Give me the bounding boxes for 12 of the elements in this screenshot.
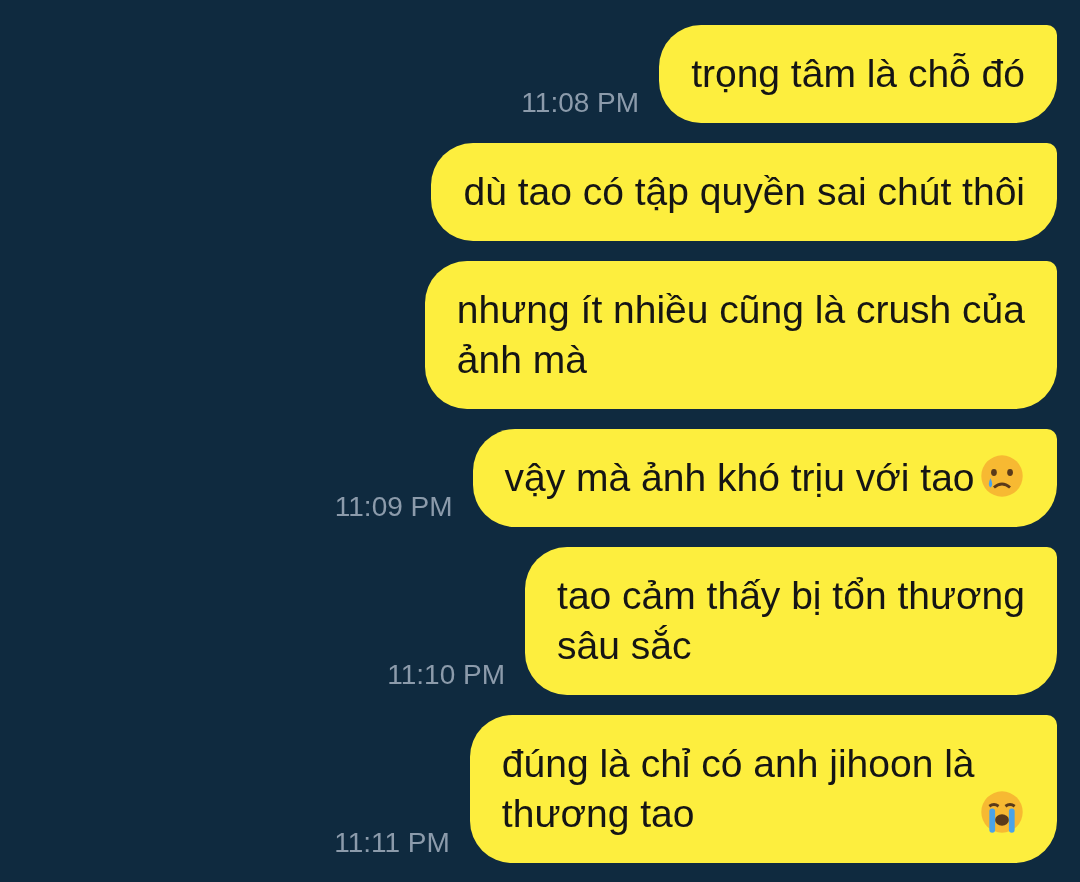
message-time: 11:10 PM xyxy=(387,659,506,691)
message-time: 11:08 PM xyxy=(521,87,640,119)
message-time: 11:11 PM xyxy=(334,827,450,859)
message-text: nhưng ít nhiều cũng là crush của ảnh mà xyxy=(456,287,1025,383)
message-text: dù tao có tập quyền sai chút thôi xyxy=(463,169,1025,215)
message-text: tao cảm thấy bị tổn thương sâu sắc xyxy=(557,573,1025,669)
crying-face-icon xyxy=(979,453,1025,499)
sobbing-face-icon xyxy=(979,789,1025,835)
message-text: trọng tâm là chỗ đó xyxy=(691,51,1025,97)
message-time: 11:09 PM xyxy=(334,491,453,523)
message-text: đúng là chỉ có anh jihoon là thương tao xyxy=(501,741,975,837)
message-text: vậy mà ảnh khó trịu với tao xyxy=(504,455,975,501)
